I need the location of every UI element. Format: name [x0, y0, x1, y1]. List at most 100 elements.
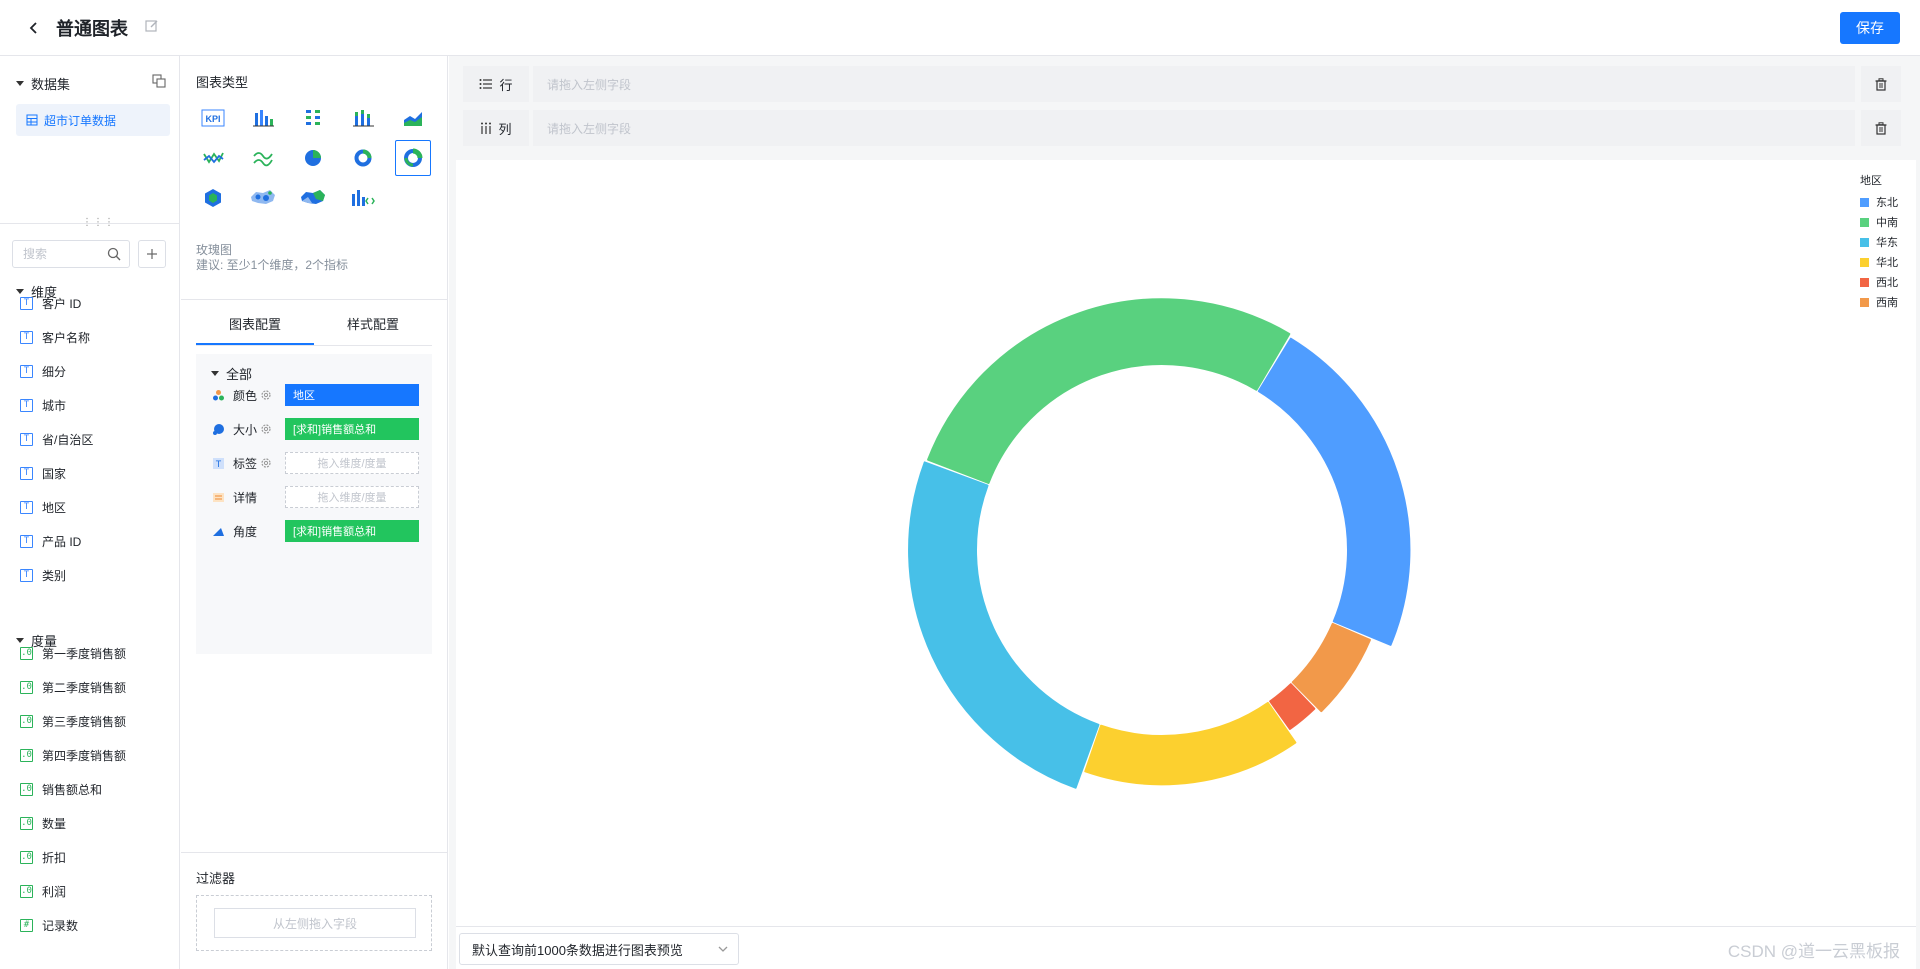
column-delete-button[interactable]	[1861, 110, 1901, 146]
rose-segment[interactable]	[908, 461, 1100, 789]
text-type-icon: T	[20, 296, 33, 310]
size-bubble-icon	[211, 422, 225, 436]
columns-icon	[481, 122, 492, 134]
map-icon[interactable]	[245, 180, 281, 216]
measure-field[interactable]: .0 销售额总和	[20, 772, 126, 806]
color-palette-icon	[211, 388, 225, 402]
measure-field[interactable]: .0 第一季度销售额	[20, 636, 126, 670]
measure-field-label: 第四季度销售额	[42, 748, 127, 763]
legend-swatch	[1860, 297, 1869, 307]
config-group-header[interactable]: 全部	[211, 364, 252, 383]
legend-item[interactable]: 东北	[1860, 192, 1898, 212]
dimension-field[interactable]: T 国家	[20, 456, 93, 490]
number-type-icon: .0	[20, 748, 33, 762]
measure-field[interactable]: .0 折扣	[20, 840, 126, 874]
tab-style-config[interactable]: 样式配置	[314, 304, 432, 345]
measure-field[interactable]: .0 第二季度销售额	[20, 670, 126, 704]
edit-title-icon[interactable]	[144, 18, 164, 38]
dimension-field[interactable]: T 类别	[20, 558, 93, 592]
preview-limit-select[interactable]: 默认查询前1000条数据进行图表预览	[459, 933, 739, 965]
rose-segment[interactable]	[1257, 337, 1411, 646]
number-type-icon: .0	[20, 680, 33, 694]
donut-chart-icon[interactable]	[345, 140, 381, 176]
back-button[interactable]	[22, 16, 46, 40]
dataset-item-active[interactable]: 超市订单数据	[16, 104, 170, 136]
save-button[interactable]: 保存	[1840, 12, 1900, 44]
kpi-icon[interactable]: KPI	[195, 100, 231, 136]
chart-config-panel: 图表类型 KPI 玫瑰图 建议: 至少1个维度，2个指标 图表配置 样式配置 全…	[181, 56, 448, 969]
config-row-detail: 详情 拖入维度/度量	[211, 485, 421, 509]
watermark: CSDN @道一云黑板报	[1727, 942, 1900, 961]
measure-field[interactable]: .0 数量	[20, 806, 126, 840]
dimension-field[interactable]: T 客户 ID	[20, 286, 93, 320]
grouped-bar-icon[interactable]	[295, 100, 331, 136]
dimension-field[interactable]: T 城市	[20, 388, 93, 422]
tab-chart-config[interactable]: 图表配置	[196, 304, 314, 345]
page-title: 普通图表	[56, 19, 128, 39]
row-shelf-label: 行	[499, 77, 513, 93]
row-delete-button[interactable]	[1861, 66, 1901, 102]
dataset-section-header[interactable]: 数据集	[16, 74, 70, 93]
legend-item[interactable]: 中南	[1860, 212, 1898, 232]
angle-field-slot[interactable]: [求和]销售额总和	[285, 520, 419, 542]
dimension-field[interactable]: T 省/自治区	[20, 422, 93, 456]
dimension-field[interactable]: T 地区	[20, 490, 93, 524]
rose-segment[interactable]	[1084, 701, 1297, 786]
switch-dataset-icon[interactable]	[152, 74, 168, 90]
hexagon-map-icon[interactable]	[195, 180, 231, 216]
measure-field[interactable]: # 记录数	[20, 908, 126, 942]
legend-item[interactable]: 西南	[1860, 292, 1898, 312]
number-type-icon: .0	[20, 714, 33, 728]
chevron-down-icon	[718, 946, 728, 952]
pie-chart-icon[interactable]	[295, 140, 331, 176]
dimension-field-label: 类别	[42, 568, 67, 583]
dimension-field-label: 城市	[42, 398, 67, 413]
stacked-bar-icon[interactable]	[345, 100, 381, 136]
gear-icon[interactable]	[260, 389, 272, 401]
table-icon	[26, 114, 38, 126]
text-type-icon: T	[20, 568, 33, 582]
area-chart-icon[interactable]	[395, 100, 431, 136]
dimension-field[interactable]: T 细分	[20, 354, 93, 388]
measure-field-label: 利润	[42, 884, 67, 899]
bar-chart-icon[interactable]	[245, 100, 281, 136]
dimension-field[interactable]: T 产品 ID	[20, 524, 93, 558]
dataset-section-label: 数据集	[31, 77, 71, 92]
measure-field[interactable]: .0 第三季度销售额	[20, 704, 126, 738]
gear-icon[interactable]	[260, 423, 272, 435]
measure-field[interactable]: .0 利润	[20, 874, 126, 908]
gear-icon[interactable]	[260, 457, 272, 469]
field-search-input[interactable]	[23, 247, 103, 261]
row-drop-zone[interactable]: 请拖入左侧字段	[533, 66, 1855, 102]
label-field-slot[interactable]: 拖入维度/度量	[285, 452, 419, 474]
legend-item[interactable]: 华东	[1860, 232, 1898, 252]
measure-field-label: 第二季度销售额	[42, 680, 127, 695]
config-row-angle: 角度 [求和]销售额总和	[211, 519, 421, 543]
dataset-item-label: 超市订单数据	[44, 113, 117, 128]
divider	[181, 299, 448, 300]
dimension-field-label: 地区	[42, 500, 67, 515]
legend-item[interactable]: 西北	[1860, 272, 1898, 292]
measure-field-label: 折扣	[42, 850, 67, 865]
measure-field[interactable]: .0 第四季度销售额	[20, 738, 126, 772]
region-map-icon[interactable]	[295, 180, 331, 216]
column-drop-zone[interactable]: 请拖入左侧字段	[533, 110, 1855, 146]
dimension-field[interactable]: T 客户名称	[20, 320, 93, 354]
dimension-field-label: 产品 ID	[42, 534, 82, 549]
filter-field-slot[interactable]: 从左侧拖入字段	[214, 908, 416, 938]
add-field-button[interactable]	[138, 240, 166, 268]
size-field-slot[interactable]: [求和]销售额总和	[285, 418, 419, 440]
color-field-slot[interactable]: 地区	[285, 384, 419, 406]
top-header: 普通图表 保存	[0, 0, 1920, 56]
multi-line-icon[interactable]	[245, 140, 281, 176]
legend-item[interactable]: 华北	[1860, 252, 1898, 272]
rose-chart-icon[interactable]	[395, 140, 431, 176]
filter-drop-zone[interactable]: 从左侧拖入字段	[196, 895, 432, 951]
search-icon[interactable]	[107, 247, 121, 261]
line-chart-icon[interactable]	[195, 140, 231, 176]
bar-code-icon[interactable]	[345, 180, 381, 216]
detail-field-slot[interactable]: 拖入维度/度量	[285, 486, 419, 508]
rose-segment[interactable]	[927, 298, 1291, 484]
filter-label: 过滤器	[196, 871, 236, 886]
number-type-icon: .0	[20, 816, 33, 830]
